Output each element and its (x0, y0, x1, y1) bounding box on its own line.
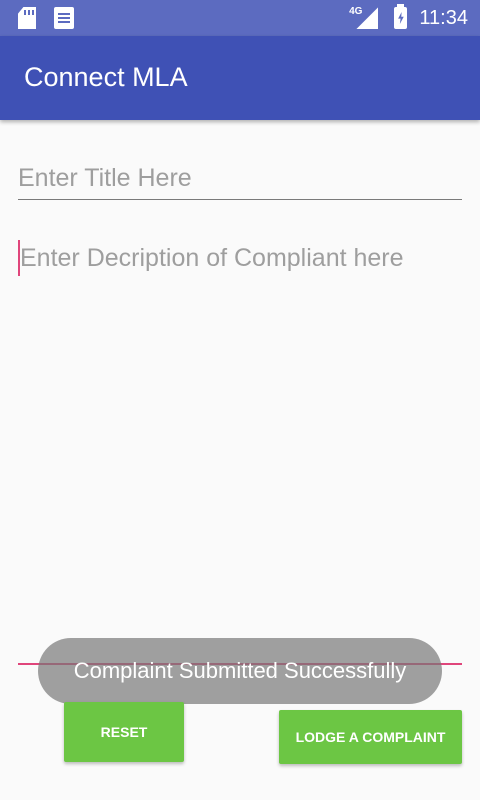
description-input[interactable] (18, 240, 462, 663)
status-right: 4G 11:34 (349, 0, 468, 36)
notification-doc-icon (54, 7, 74, 29)
title-field[interactable] (18, 158, 462, 200)
status-bar: 4G 11:34 (0, 0, 480, 36)
toast-message: Complaint Submitted Successfully (38, 638, 442, 704)
app-title: Connect MLA (24, 62, 188, 92)
title-input[interactable] (18, 158, 462, 199)
network-type-label: 4G (349, 5, 363, 17)
battery-charging-icon (394, 4, 408, 29)
description-field[interactable] (18, 240, 462, 665)
text-cursor (18, 240, 20, 276)
sd-card-icon (18, 7, 36, 29)
lodge-complaint-button[interactable]: LODGE A COMPLAINT (279, 710, 462, 764)
reset-button[interactable]: RESET (64, 702, 184, 762)
app-bar: Connect MLA (0, 36, 480, 120)
status-left-icons (18, 7, 74, 29)
status-time: 11:34 (419, 6, 468, 29)
